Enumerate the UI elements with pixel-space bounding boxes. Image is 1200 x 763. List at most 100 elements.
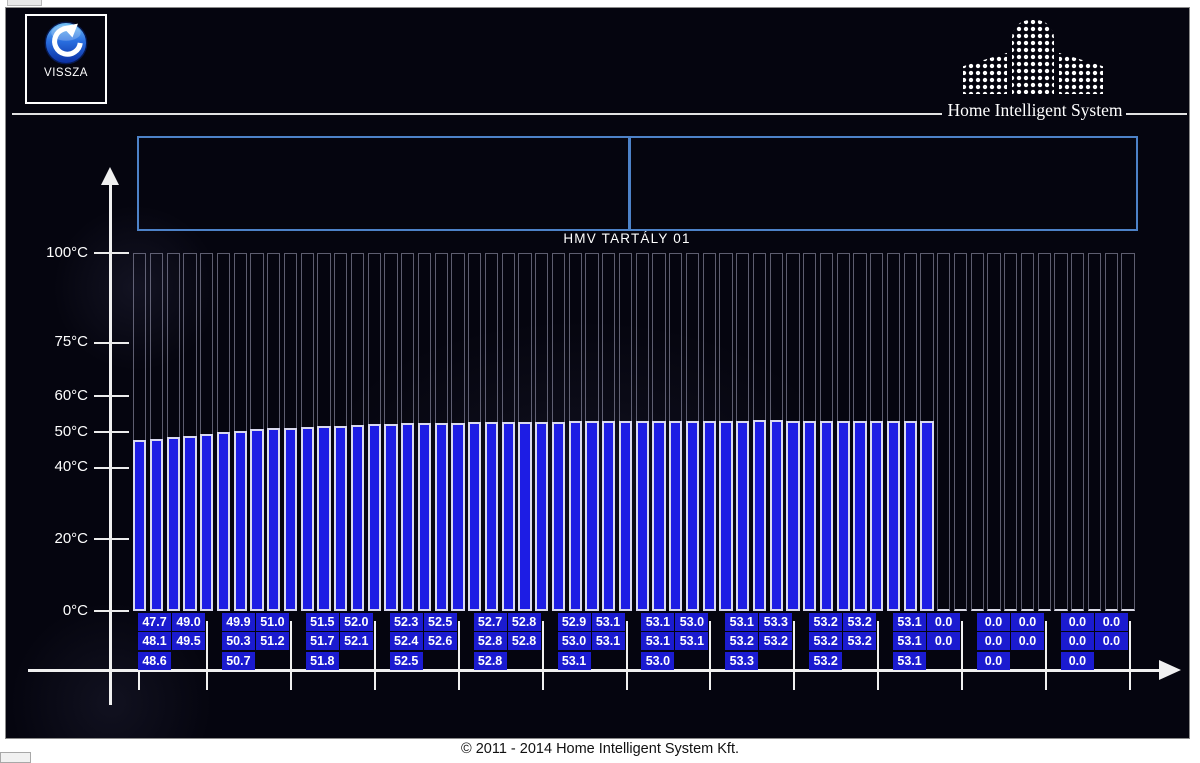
group-separator <box>877 621 879 690</box>
bar-value-label: 53.3 <box>759 613 792 631</box>
bar-value-label: 52.8 <box>474 632 507 650</box>
y-axis-line <box>109 184 112 705</box>
bar <box>719 421 732 611</box>
bar-value-label: 53.0 <box>675 613 708 631</box>
bar-value-label: 0.0 <box>1061 652 1094 670</box>
page: VISSZA Home Intelligent System HMV TARTÁ… <box>0 0 1200 762</box>
bar-value-label: 0.0 <box>1061 632 1094 650</box>
group-separator <box>1129 621 1131 690</box>
y-axis-tick <box>94 610 129 612</box>
bar <box>217 432 230 611</box>
bar-value-label: 53.2 <box>809 652 842 670</box>
bar <box>887 421 900 611</box>
y-axis-tick <box>94 538 129 540</box>
bar-outline <box>1071 253 1084 611</box>
y-axis-tick-label: 60°C <box>26 387 88 404</box>
y-axis-tick <box>94 395 129 397</box>
bar <box>518 422 531 611</box>
bar-outline <box>987 253 1000 611</box>
group-separator <box>206 621 208 690</box>
y-axis-tick <box>94 342 129 344</box>
x-axis-origin-tick <box>138 667 140 690</box>
bar <box>317 426 330 611</box>
y-axis-tick-label: 20°C <box>26 530 88 547</box>
bar <box>267 428 280 611</box>
bar-outline <box>1121 253 1134 611</box>
bar-outline <box>937 253 950 611</box>
bar-value-label: 53.3 <box>725 652 758 670</box>
bar-value-label: 52.1 <box>340 632 373 650</box>
bar-outline <box>954 253 967 611</box>
bar <box>167 437 180 611</box>
bar <box>351 425 364 611</box>
bar <box>468 422 481 611</box>
bar <box>485 422 498 611</box>
x-axis-arrow-icon <box>1159 660 1181 680</box>
bar <box>837 421 850 611</box>
bar-value-label: 53.1 <box>592 613 625 631</box>
bar <box>853 421 866 611</box>
y-axis-tick-label: 100°C <box>26 244 88 261</box>
bar-value-label: 47.7 <box>138 613 171 631</box>
y-axis-tick-label: 40°C <box>26 458 88 475</box>
bar <box>234 431 247 611</box>
bar <box>451 423 464 611</box>
bar <box>803 421 816 611</box>
bar-outline <box>1021 253 1034 611</box>
bar-value-label: 53.2 <box>843 613 876 631</box>
bar <box>703 421 716 611</box>
bar-value-label: 0.0 <box>1095 632 1128 650</box>
bar <box>133 440 146 611</box>
group-separator <box>626 621 628 690</box>
bar-value-label: 52.8 <box>508 613 541 631</box>
y-axis-tick <box>94 252 129 254</box>
bar <box>183 436 196 611</box>
bar-value-label: 53.2 <box>809 632 842 650</box>
bar-outline <box>1054 253 1067 611</box>
bar-value-label: 53.2 <box>843 632 876 650</box>
bar <box>435 423 448 611</box>
bar <box>786 421 799 611</box>
bar <box>920 421 933 611</box>
bar <box>585 421 598 611</box>
group-separator <box>542 621 544 690</box>
bar-value-label: 0.0 <box>1011 632 1044 650</box>
bar-value-label: 49.9 <box>222 613 255 631</box>
bar-value-label: 49.0 <box>172 613 205 631</box>
bar-outline <box>971 253 984 611</box>
bar-chart: 100°C75°C60°C50°C40°C20°C0°C47.748.148.6… <box>0 0 1200 762</box>
bar-value-label: 51.5 <box>306 613 339 631</box>
bar-outline <box>1105 253 1118 611</box>
bar <box>368 424 381 611</box>
bar-value-label: 53.2 <box>809 613 842 631</box>
bar-value-label: 52.0 <box>340 613 373 631</box>
bar-value-label: 51.7 <box>306 632 339 650</box>
bar-value-label: 52.9 <box>558 613 591 631</box>
bar-outline <box>1038 253 1051 611</box>
bar <box>384 424 397 611</box>
bar-value-label: 53.1 <box>641 632 674 650</box>
y-axis-tick-label: 75°C <box>26 333 88 350</box>
bar <box>770 420 783 611</box>
y-axis-tick <box>94 467 129 469</box>
bar-value-label: 52.5 <box>390 652 423 670</box>
bar-value-label: 51.8 <box>306 652 339 670</box>
bar-value-label: 0.0 <box>977 613 1010 631</box>
bar-value-label: 53.1 <box>893 652 926 670</box>
bar-value-label: 0.0 <box>1011 613 1044 631</box>
bar-value-label: 51.2 <box>256 632 289 650</box>
bar <box>753 420 766 611</box>
bar <box>401 423 414 611</box>
bar-outline <box>1004 253 1017 611</box>
bar-value-label: 50.3 <box>222 632 255 650</box>
group-separator <box>793 621 795 690</box>
bar <box>686 421 699 611</box>
bar-value-label: 53.1 <box>725 613 758 631</box>
group-separator <box>1045 621 1047 690</box>
bar <box>636 421 649 611</box>
bar-value-label: 50.7 <box>222 652 255 670</box>
bar <box>569 421 582 611</box>
bar-value-label: 52.6 <box>424 632 457 650</box>
bar-value-label: 52.8 <box>508 632 541 650</box>
bar <box>736 421 749 611</box>
